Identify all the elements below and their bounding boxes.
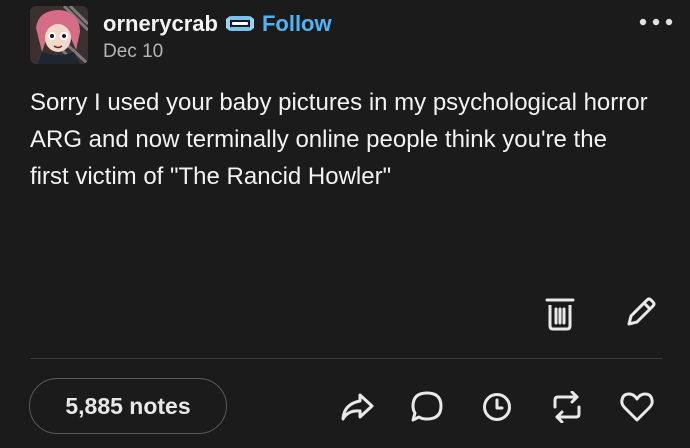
share-icon[interactable]	[338, 388, 376, 426]
trash-icon[interactable]	[542, 294, 578, 332]
post-text: Sorry I used your baby pictures in my ps…	[30, 89, 648, 190]
more-options-icon[interactable]	[638, 10, 674, 34]
divider	[30, 358, 662, 359]
username[interactable]: ornerycrab	[103, 10, 218, 38]
post-date: Dec 10	[103, 41, 164, 62]
footer-actions	[338, 388, 656, 426]
like-heart-icon[interactable]	[618, 388, 656, 426]
username-row: ornerycrab Follow	[103, 10, 332, 38]
edit-pencil-icon[interactable]	[622, 294, 658, 332]
follow-button[interactable]: Follow	[262, 10, 332, 38]
history-icon[interactable]	[478, 388, 516, 426]
post-header: ornerycrab Follow Dec 10	[30, 6, 673, 68]
reblog-icon[interactable]	[548, 388, 586, 426]
avatar[interactable]	[30, 6, 88, 64]
owner-actions	[542, 294, 658, 332]
reply-icon[interactable]	[408, 388, 446, 426]
post-card: ornerycrab Follow Dec 10 Sorry I used yo…	[0, 0, 690, 448]
notes-count-button[interactable]: 5,885 notes	[29, 378, 227, 434]
blog-badge-icon	[225, 13, 254, 35]
